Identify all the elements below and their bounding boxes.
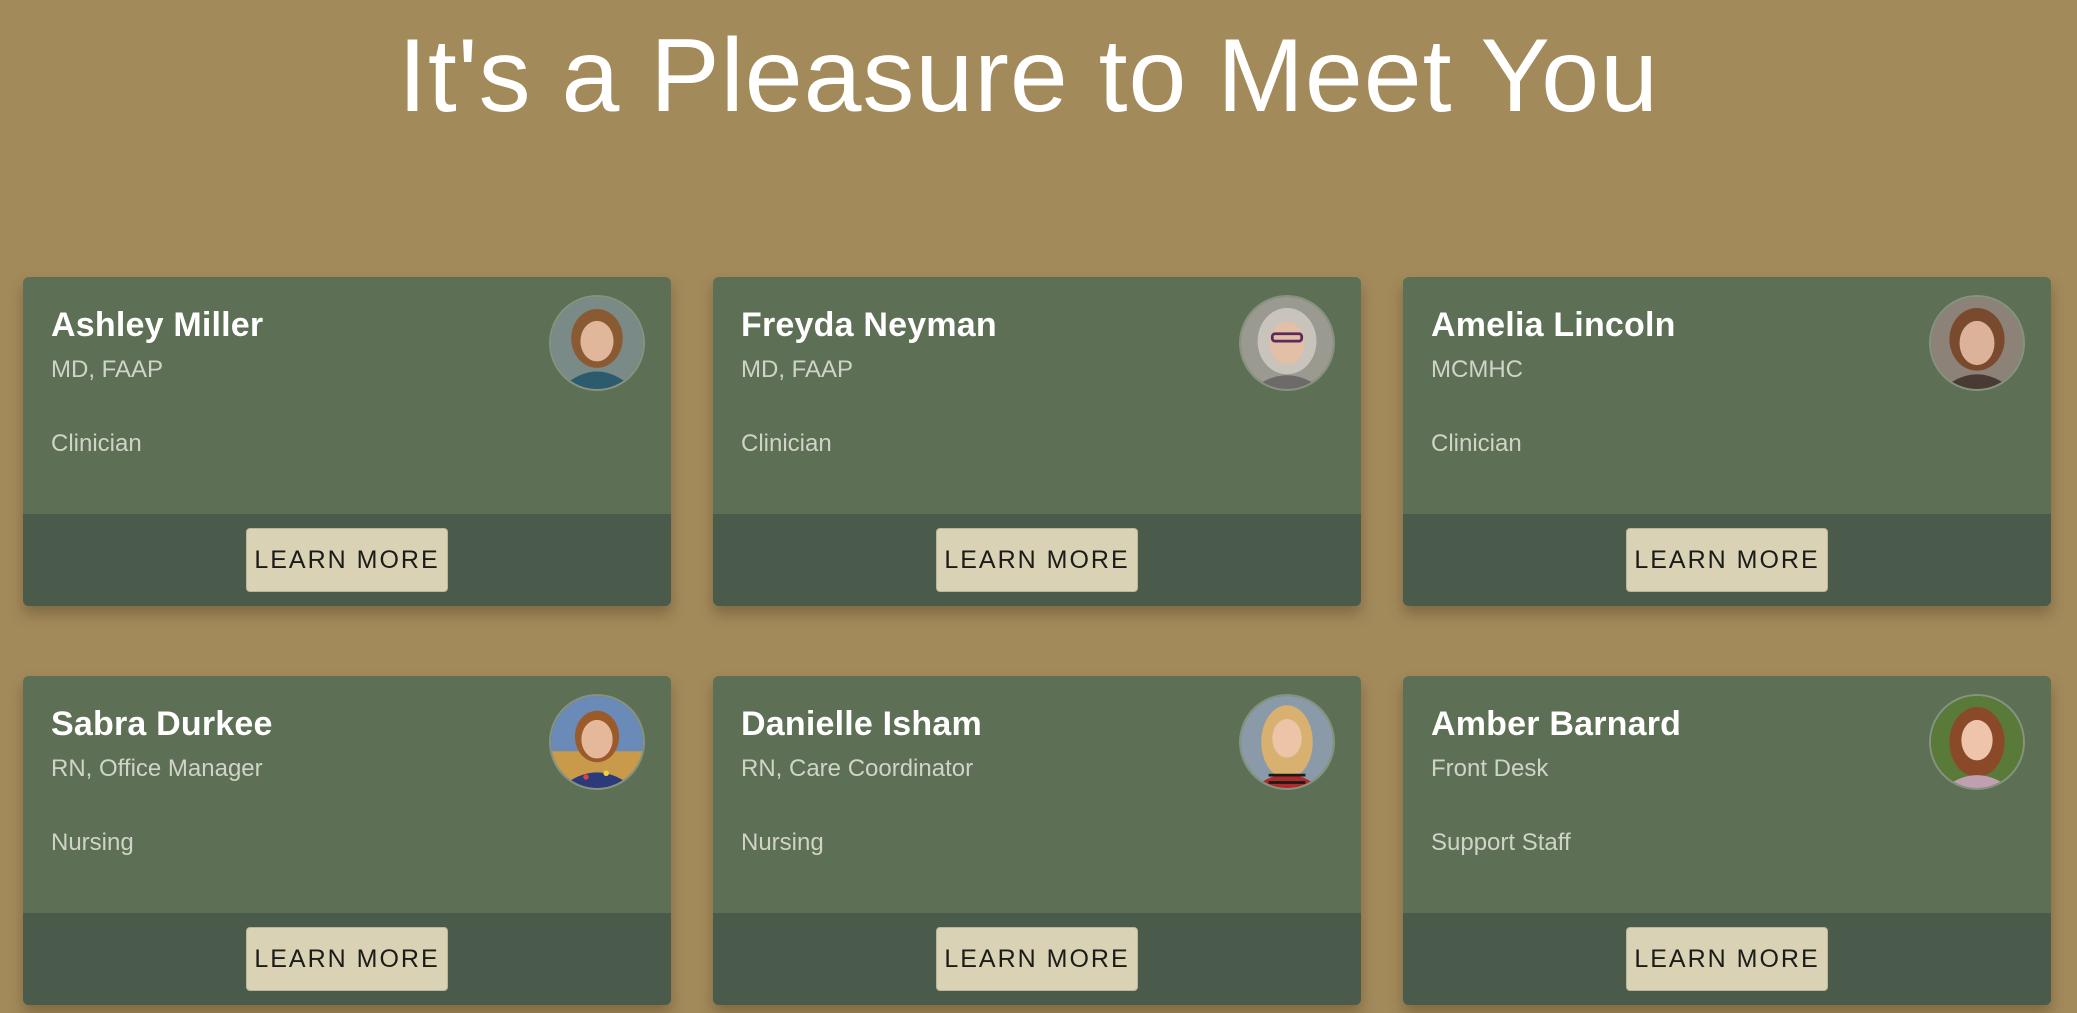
avatar (549, 295, 645, 391)
learn-more-button[interactable]: LEARN MORE (936, 528, 1138, 592)
avatar (549, 694, 645, 790)
team-card-danielle-isham: Danielle Isham RN, Care Coordinator Nurs… (713, 676, 1361, 1005)
avatar (1929, 295, 2025, 391)
member-role: Nursing (741, 829, 824, 856)
page-title: It's a Pleasure to Meet You (0, 12, 2077, 140)
member-role: Clinician (51, 430, 142, 457)
member-role: Clinician (1431, 430, 1522, 457)
team-card-amber-barnard: Amber Barnard Front Desk Support Staff L… (1403, 676, 2051, 1005)
avatar (1239, 694, 1335, 790)
card-body: Amber Barnard Front Desk Support Staff (1403, 676, 2051, 913)
learn-more-button[interactable]: LEARN MORE (246, 528, 448, 592)
card-footer: LEARN MORE (713, 913, 1361, 1005)
avatar (1239, 295, 1335, 391)
avatar-photo (1931, 297, 2023, 389)
card-footer: LEARN MORE (23, 514, 671, 606)
page-title-text: It's a Pleasure to Meet You (398, 18, 1659, 134)
learn-more-button[interactable]: LEARN MORE (1626, 528, 1828, 592)
team-card-freyda-neyman: Freyda Neyman MD, FAAP Clinician LEARN M… (713, 277, 1361, 606)
team-card-sabra-durkee: Sabra Durkee RN, Office Manager Nursing … (23, 676, 671, 1005)
card-footer: LEARN MORE (713, 514, 1361, 606)
card-body: Sabra Durkee RN, Office Manager Nursing (23, 676, 671, 913)
card-footer: LEARN MORE (1403, 514, 2051, 606)
card-body: Ashley Miller MD, FAAP Clinician (23, 277, 671, 514)
avatar-photo (1241, 696, 1333, 788)
team-card-amelia-lincoln: Amelia Lincoln MCMHC Clinician LEARN MOR… (1403, 277, 2051, 606)
avatar (1929, 694, 2025, 790)
avatar-photo (551, 696, 643, 788)
avatar-photo (1931, 696, 2023, 788)
card-body: Freyda Neyman MD, FAAP Clinician (713, 277, 1361, 514)
member-role: Support Staff (1431, 829, 1571, 856)
member-role: Nursing (51, 829, 134, 856)
avatar-photo (1241, 297, 1333, 389)
card-body: Danielle Isham RN, Care Coordinator Nurs… (713, 676, 1361, 913)
learn-more-button[interactable]: LEARN MORE (246, 927, 448, 991)
member-role: Clinician (741, 430, 832, 457)
learn-more-button[interactable]: LEARN MORE (1626, 927, 1828, 991)
team-card-ashley-miller: Ashley Miller MD, FAAP Clinician LEARN M… (23, 277, 671, 606)
card-body: Amelia Lincoln MCMHC Clinician (1403, 277, 2051, 514)
learn-more-button[interactable]: LEARN MORE (936, 927, 1138, 991)
avatar-photo (551, 297, 643, 389)
team-grid: Ashley Miller MD, FAAP Clinician LEARN M… (23, 277, 2051, 1005)
card-footer: LEARN MORE (23, 913, 671, 1005)
card-footer: LEARN MORE (1403, 913, 2051, 1005)
